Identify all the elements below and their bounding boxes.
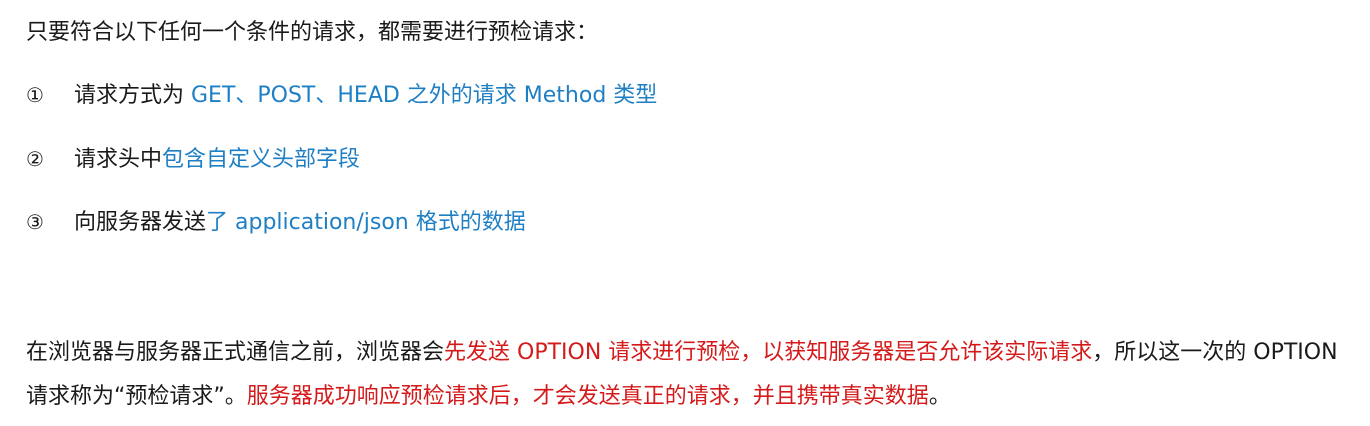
- paragraph-text: 。: [928, 384, 951, 409]
- paragraph-highlight: 先发送 OPTION 请求进行预检，以获知服务器是否允许该实际请求: [444, 340, 1093, 365]
- list-item-number: ②: [26, 147, 44, 171]
- intro-text: 只要符合以下任何一个条件的请求，都需要进行预检请求：: [26, 20, 599, 45]
- list-item-number: ③: [26, 210, 44, 234]
- list-item-highlight: 包含自定义头部字段: [162, 147, 361, 172]
- list-item-text: 向服务器发送: [74, 210, 207, 235]
- list-item-1: ① 请求方式为 GET、POST、HEAD 之外的请求 Method 类型: [26, 80, 657, 111]
- list-item-text: 请求头中: [74, 147, 163, 172]
- list-item-2: ② 请求头中包含自定义头部字段: [26, 144, 360, 175]
- list-item-number: ①: [26, 83, 44, 107]
- list-item-3: ③ 向服务器发送了 application/json 格式的数据: [26, 207, 526, 238]
- explanation-paragraph: 在浏览器与服务器正式通信之前，浏览器会先发送 OPTION 请求进行预检，以获知…: [26, 331, 1346, 419]
- document-body: 只要符合以下任何一个条件的请求，都需要进行预检请求： ① 请求方式为 GET、PO…: [26, 0, 1356, 426]
- paragraph-text: 在浏览器与服务器正式通信之前，浏览器会: [26, 340, 445, 365]
- list-item-highlight: GET、POST、HEAD 之外的请求 Method 类型: [191, 83, 658, 108]
- list-item-highlight: 了 application/json 格式的数据: [206, 210, 526, 235]
- list-item-text: 请求方式为: [74, 83, 191, 108]
- paragraph-highlight: 服务器成功响应预检请求后，才会发送真正的请求，并且携带真实数据: [246, 384, 929, 409]
